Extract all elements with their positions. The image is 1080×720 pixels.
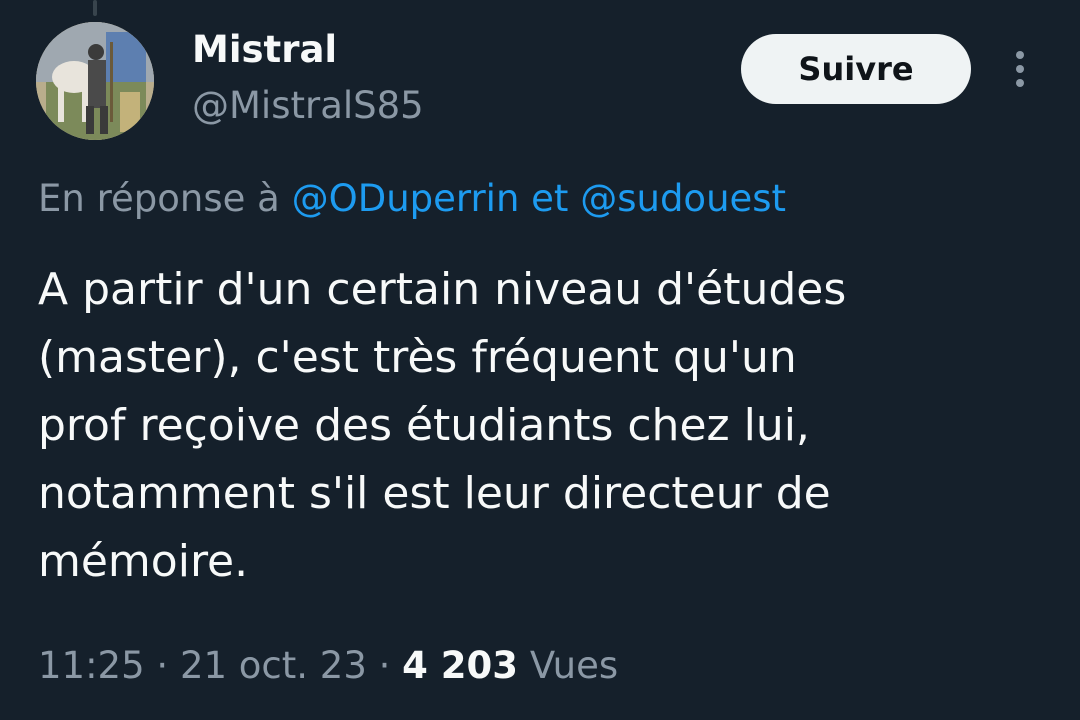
tweet-text-line: (master), c'est très fréquent qu'un <box>38 332 797 383</box>
follow-button[interactable]: Suivre <box>741 34 971 104</box>
more-vertical-icon <box>1016 51 1024 59</box>
thread-connector-line <box>93 0 97 16</box>
more-vertical-icon-dot <box>1016 79 1024 87</box>
tweet-time[interactable]: 11:25 <box>38 644 145 687</box>
meta-separator: · <box>156 644 169 687</box>
views-label: Vues <box>529 644 619 687</box>
tweet-text-line: A partir d'un certain niveau d'études <box>38 264 847 315</box>
avatar-image <box>36 22 154 140</box>
mention-link-oduperrin[interactable]: @ODuperrin <box>292 177 520 220</box>
meta-separator: · <box>378 644 391 687</box>
reply-prefix: En réponse à <box>38 177 280 220</box>
tweet-metadata: 11:25 · 21 oct. 23 · 4 203 Vues <box>38 640 618 692</box>
avatar[interactable] <box>36 22 154 140</box>
more-options-button[interactable] <box>1000 44 1040 94</box>
reply-context: En réponse à @ODuperrin et @sudouest <box>38 174 786 224</box>
tweet-text-line: mémoire. <box>38 536 249 587</box>
tweet-text-line: notamment s'il est leur directeur de <box>38 468 831 519</box>
tweet-text: A partir d'un certain niveau d'études (m… <box>38 256 1048 596</box>
more-vertical-icon-dot <box>1016 65 1024 73</box>
reply-conjunction: et <box>531 177 569 220</box>
tweet-text-line: prof reçoive des étudiants chez lui, <box>38 400 810 451</box>
author-handle[interactable]: @MistralS85 <box>192 82 424 130</box>
author-display-name[interactable]: Mistral <box>192 26 337 74</box>
views-count: 4 203 <box>402 644 519 687</box>
mention-link-sudouest[interactable]: @sudouest <box>580 177 786 220</box>
tweet-date[interactable]: 21 oct. 23 <box>180 644 367 687</box>
